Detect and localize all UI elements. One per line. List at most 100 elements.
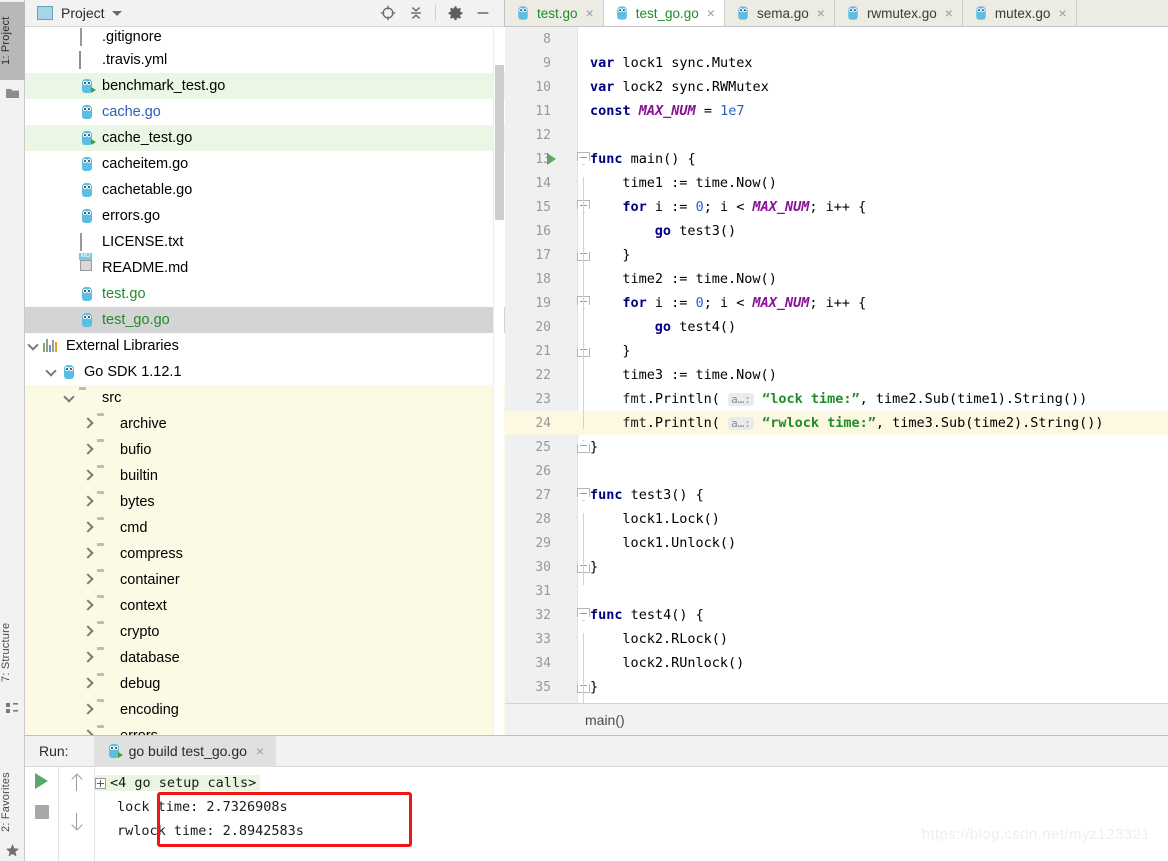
editor-tab-bar[interactable]: test.go × test_go.go × sema.go × rwmutex.go × mu… bbox=[505, 0, 1168, 27]
chevron-right-icon[interactable] bbox=[79, 701, 97, 719]
chevron-right-icon[interactable] bbox=[79, 441, 97, 459]
next-occurrence-button[interactable] bbox=[71, 813, 83, 829]
tree-item-builtin[interactable]: builtin bbox=[25, 463, 505, 489]
code-line[interactable]: 8 bbox=[505, 27, 1168, 51]
code-line[interactable]: 19 for i := 0; i < MAX_NUM; i++ { bbox=[505, 291, 1168, 315]
code-line[interactable]: 22 time3 := time.Now() bbox=[505, 363, 1168, 387]
locate-icon[interactable] bbox=[375, 1, 401, 25]
code-line[interactable]: 31 bbox=[505, 579, 1168, 603]
tree-item-cache-go[interactable]: cache.go bbox=[25, 99, 505, 125]
close-icon[interactable]: × bbox=[707, 6, 715, 20]
tab-mutex-go[interactable]: mutex.go × bbox=[963, 0, 1077, 26]
console-setup-line[interactable]: <4 go setup calls> bbox=[95, 771, 1168, 795]
close-icon[interactable]: × bbox=[817, 6, 825, 20]
code-line[interactable]: 12 bbox=[505, 123, 1168, 147]
rerun-button[interactable] bbox=[35, 773, 48, 789]
code-line[interactable]: 35} bbox=[505, 675, 1168, 699]
plus-box-icon[interactable] bbox=[95, 777, 106, 789]
close-icon[interactable]: × bbox=[256, 744, 264, 758]
tree-item-test-go[interactable]: test.go bbox=[25, 281, 505, 307]
hide-panel-icon[interactable] bbox=[470, 1, 496, 25]
chevron-right-icon[interactable] bbox=[79, 545, 97, 563]
code-line[interactable]: 23 fmt.Println( a…: “lock time:”, time2.S… bbox=[505, 387, 1168, 411]
run-console[interactable]: <4 go setup calls> lock time: 2.7326908s… bbox=[95, 767, 1168, 861]
fold-expand-icon[interactable] bbox=[577, 200, 591, 214]
tree-item-cache-test-go[interactable]: cache_test.go bbox=[25, 125, 505, 151]
tree-item-benchmark-test-go[interactable]: benchmark_test.go bbox=[25, 73, 505, 99]
tree-item-crypto[interactable]: crypto bbox=[25, 619, 505, 645]
code-line[interactable]: 14 time1 := time.Now() bbox=[505, 171, 1168, 195]
sidebar-item-favorites[interactable]: 2: Favorites bbox=[0, 760, 25, 844]
code-line[interactable]: 20 go test4() bbox=[505, 315, 1168, 339]
code-line[interactable]: 32 func test4() { bbox=[505, 603, 1168, 627]
run-configuration-tab[interactable]: go build test_go.go × bbox=[93, 735, 277, 767]
code-line[interactable]: 10 var lock2 sync.RWMutex bbox=[505, 75, 1168, 99]
fold-expand-icon[interactable] bbox=[577, 608, 591, 622]
tree-item-readme-md[interactable]: MD README.md bbox=[25, 253, 505, 281]
chevron-down-icon[interactable] bbox=[111, 10, 122, 16]
code-line[interactable]: 28 lock1.Lock() bbox=[505, 507, 1168, 531]
tree-item-container[interactable]: container bbox=[25, 567, 505, 593]
tree-item-database[interactable]: database bbox=[25, 645, 505, 671]
tree-item-errors-go[interactable]: errors.go bbox=[25, 203, 505, 229]
close-icon[interactable]: × bbox=[945, 6, 953, 20]
sidebar-item-structure[interactable]: 7: Structure bbox=[0, 608, 25, 696]
tab-test-go[interactable]: test.go × bbox=[505, 0, 604, 26]
chevron-right-icon[interactable] bbox=[79, 415, 97, 433]
code-line[interactable]: 27 func test3() { bbox=[505, 483, 1168, 507]
tree-item-archive[interactable]: archive bbox=[25, 411, 505, 437]
project-tree[interactable]: .gitignore .travis.yml benchmark_test.go ca… bbox=[25, 27, 505, 735]
tree-item-test-go-go[interactable]: test_go.go bbox=[25, 307, 505, 333]
tree-item-encoding[interactable]: encoding bbox=[25, 697, 505, 723]
tree-item-compress[interactable]: compress bbox=[25, 541, 505, 567]
fold-collapse-icon[interactable] bbox=[577, 560, 591, 574]
tree-item-license-txt[interactable]: LICENSE.txt bbox=[25, 229, 505, 255]
chevron-right-icon[interactable] bbox=[79, 649, 97, 667]
tree-item--travis-yml[interactable]: .travis.yml bbox=[25, 47, 505, 73]
fold-expand-icon[interactable] bbox=[577, 152, 591, 166]
editor-breadcrumb[interactable]: main() bbox=[505, 703, 1168, 735]
tree-item-context[interactable]: context bbox=[25, 593, 505, 619]
code-line[interactable]: 18 time2 := time.Now() bbox=[505, 267, 1168, 291]
chevron-right-icon[interactable] bbox=[79, 597, 97, 615]
tree-item-errors[interactable]: errors bbox=[25, 723, 505, 735]
chevron-right-icon[interactable] bbox=[79, 571, 97, 589]
sidebar-item-project[interactable]: 1: Project bbox=[0, 2, 25, 80]
code-line[interactable]: 33 lock2.RLock() bbox=[505, 627, 1168, 651]
code-line[interactable]: 13 func main() { bbox=[505, 147, 1168, 171]
code-line[interactable]: 21} bbox=[505, 339, 1168, 363]
code-line[interactable]: 30} bbox=[505, 555, 1168, 579]
fold-collapse-icon[interactable] bbox=[577, 680, 591, 694]
chevron-down-icon[interactable] bbox=[43, 363, 61, 381]
chevron-right-icon[interactable] bbox=[79, 727, 97, 735]
fold-collapse-icon[interactable] bbox=[577, 440, 591, 454]
tree-item-bufio[interactable]: bufio bbox=[25, 437, 505, 463]
editor-code-area[interactable]: 8 9 var lock1 sync.Mutex 10 var lock2 sync.R… bbox=[505, 27, 1168, 703]
chevron-right-icon[interactable] bbox=[79, 493, 97, 511]
code-line[interactable]: 34 lock2.RUnlock() bbox=[505, 651, 1168, 675]
fold-collapse-icon[interactable] bbox=[577, 344, 591, 358]
tree-item--gitignore[interactable]: .gitignore bbox=[25, 27, 505, 47]
close-icon[interactable]: × bbox=[586, 6, 594, 20]
code-line[interactable]: 17} bbox=[505, 243, 1168, 267]
tree-item-go-sdk-1-12-1[interactable]: Go SDK 1.12.1 bbox=[25, 359, 505, 385]
chevron-down-icon[interactable] bbox=[25, 337, 43, 355]
code-line[interactable]: 9 var lock1 sync.Mutex bbox=[505, 51, 1168, 75]
chevron-right-icon[interactable] bbox=[79, 519, 97, 537]
tree-item-debug[interactable]: debug bbox=[25, 671, 505, 697]
code-line[interactable]: 16 go test3() bbox=[505, 219, 1168, 243]
code-line[interactable]: 26 bbox=[505, 459, 1168, 483]
chevron-right-icon[interactable] bbox=[79, 675, 97, 693]
code-line[interactable]: 24 fmt.Println( a…: “rwlock time:”, time3… bbox=[505, 411, 1168, 435]
code-editor[interactable]: 8 9 var lock1 sync.Mutex 10 var lock2 sync.R… bbox=[505, 27, 1168, 703]
tree-item-cacheitem-go[interactable]: cacheitem.go bbox=[25, 151, 505, 177]
tree-item-cmd[interactable]: cmd bbox=[25, 515, 505, 541]
settings-gear-icon[interactable] bbox=[442, 1, 468, 25]
prev-occurrence-button[interactable] bbox=[71, 775, 83, 791]
chevron-right-icon[interactable] bbox=[79, 623, 97, 641]
tree-item-src[interactable]: src bbox=[25, 385, 505, 411]
fold-collapse-icon[interactable] bbox=[577, 248, 591, 262]
tree-item-external-libraries[interactable]: External Libraries bbox=[25, 333, 505, 359]
chevron-down-icon[interactable] bbox=[61, 389, 79, 407]
code-line[interactable]: 29 lock1.Unlock() bbox=[505, 531, 1168, 555]
